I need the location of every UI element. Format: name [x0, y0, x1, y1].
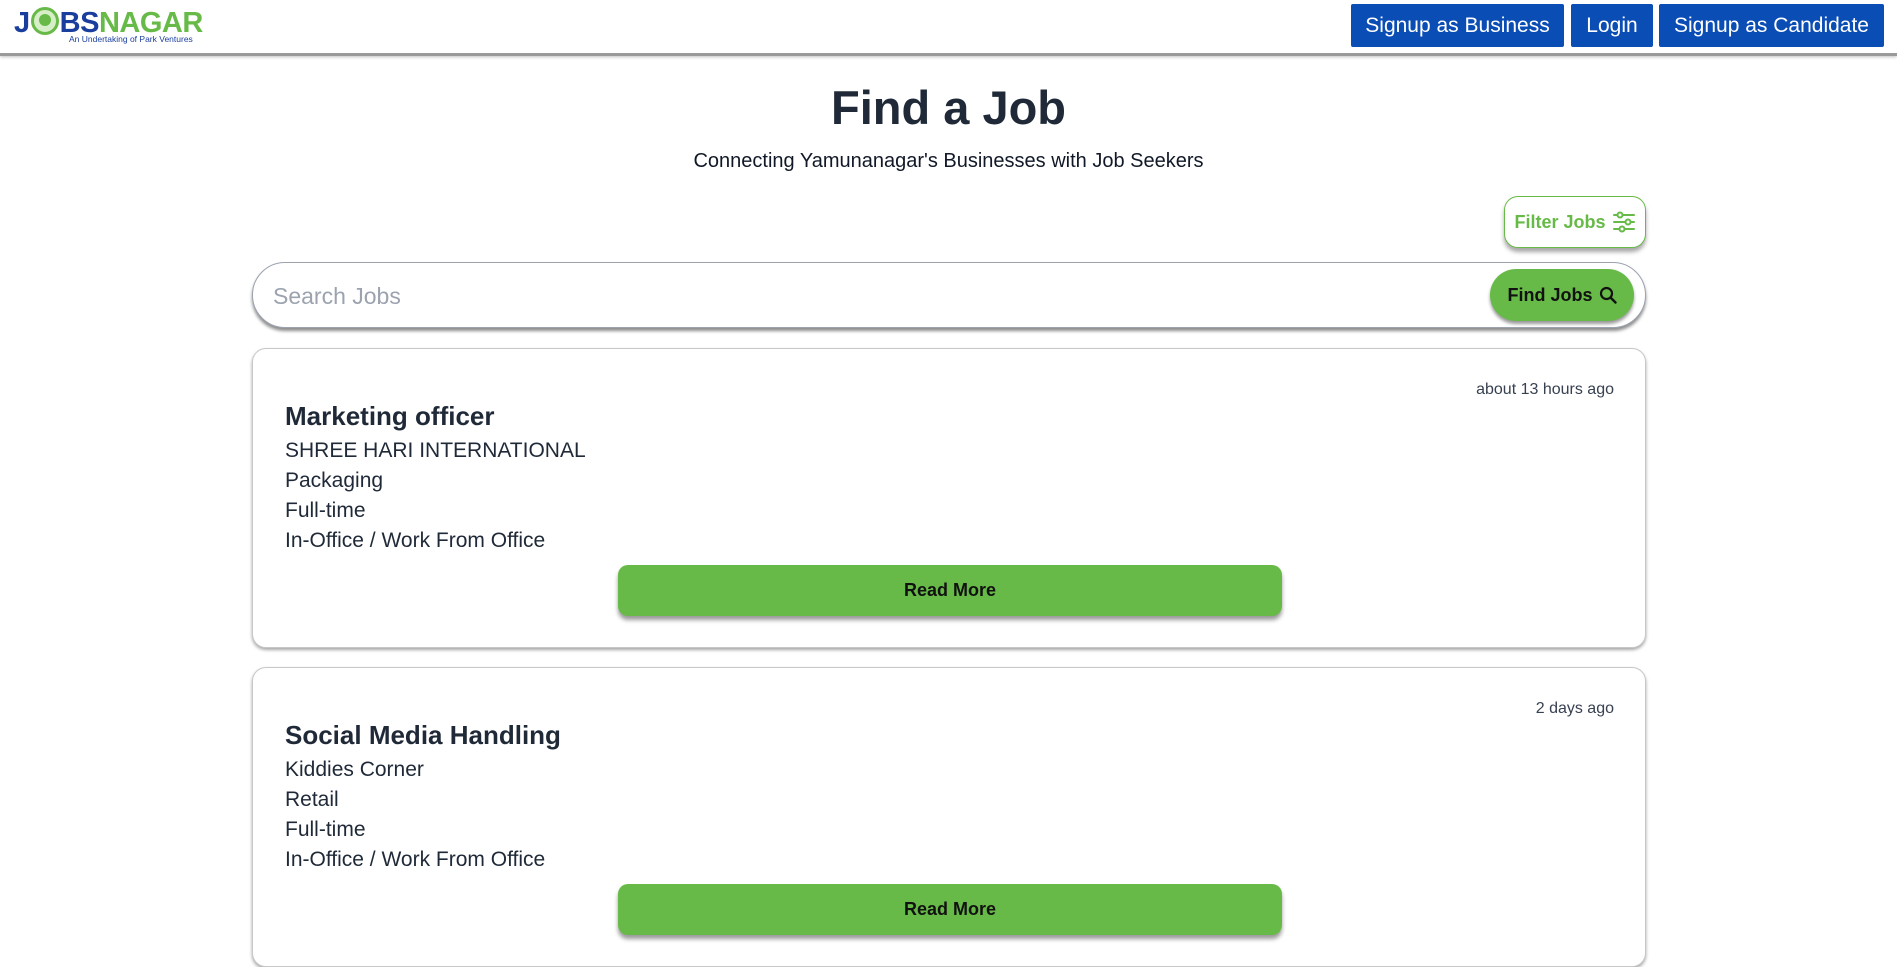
job-posted-time: 2 days ago	[1535, 700, 1614, 717]
job-card: 2 days ago Social Media Handling Kiddies…	[252, 667, 1646, 967]
job-type: Full-time	[285, 499, 366, 522]
read-more-button[interactable]: Read More	[618, 884, 1282, 935]
filter-jobs-button[interactable]: Filter Jobs	[1504, 196, 1646, 248]
filter-jobs-label: Filter Jobs	[1514, 211, 1606, 232]
job-title: Social Media Handling	[285, 720, 561, 750]
search-bar: Find Jobs	[252, 262, 1646, 328]
sliders-icon	[1612, 211, 1636, 233]
job-company: SHREE HARI INTERNATIONAL	[285, 439, 586, 462]
logo-tagline: An Undertaking of Park Ventures	[69, 34, 193, 44]
job-posted-time: about 13 hours ago	[1476, 381, 1614, 398]
top-navbar: J BSNAGAR An Undertaking of Park Ventures…	[0, 0, 1897, 56]
job-company: Kiddies Corner	[285, 758, 424, 781]
signup-business-button[interactable]: Signup as Business	[1351, 4, 1564, 47]
job-category: Packaging	[285, 469, 384, 492]
page-subtitle: Connecting Yamunanagar's Businesses with…	[693, 150, 1204, 172]
read-more-button[interactable]: Read More	[618, 565, 1282, 616]
jobsnagar-logo[interactable]: J BSNAGAR An Undertaking of Park Ventures	[14, 6, 214, 44]
page-title: Find a Job	[831, 81, 1066, 134]
search-input[interactable]	[273, 271, 1473, 321]
find-jobs-label: Find Jobs	[1507, 284, 1593, 305]
job-title: Marketing officer	[285, 401, 495, 431]
search-icon	[1599, 286, 1617, 304]
logo-letter-j: J	[14, 7, 30, 39]
logo-o-emblem-icon	[30, 7, 59, 35]
job-category: Retail	[285, 788, 339, 811]
job-work-mode: In-Office / Work From Office	[285, 848, 546, 871]
job-card: about 13 hours ago Marketing officer SHR…	[252, 348, 1646, 648]
login-button[interactable]: Login	[1571, 4, 1653, 47]
find-jobs-button[interactable]: Find Jobs	[1490, 269, 1634, 321]
job-work-mode: In-Office / Work From Office	[285, 529, 546, 552]
signup-candidate-button[interactable]: Signup as Candidate	[1659, 4, 1884, 47]
job-type: Full-time	[285, 818, 366, 841]
